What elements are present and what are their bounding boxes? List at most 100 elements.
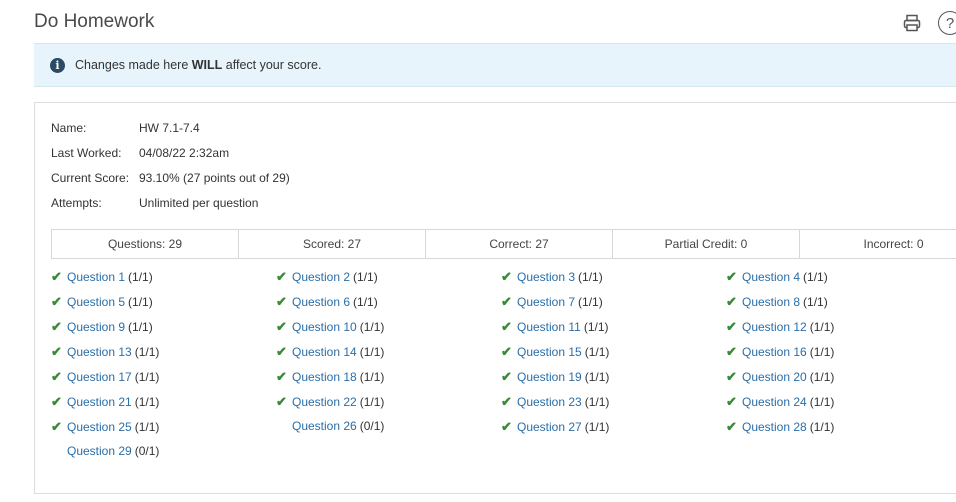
checkmark-icon: ✔ (51, 269, 62, 284)
question-link[interactable]: Question 1 (67, 270, 125, 284)
question-link[interactable]: Question 9 (67, 320, 125, 334)
question-link[interactable]: Question 22 (292, 395, 357, 409)
question-link[interactable]: Question 14 (292, 345, 357, 359)
question-item: ✔ Question 1 (1/1) (51, 269, 153, 285)
question-link[interactable]: Question 18 (292, 370, 357, 384)
question-item: ✔ Question 13 (1/1) (51, 344, 159, 360)
question-score: (0/1) (359, 419, 385, 433)
question-item: ✔ Question 3 (1/1) (501, 269, 603, 285)
question-score: (1/1) (134, 395, 160, 409)
checkmark-icon: ✔ (501, 344, 512, 359)
score-summary-bar: Questions: 29 Scored: 27 Correct: 27 Par… (51, 229, 956, 259)
question-item: ✔ Question 4 (1/1) (726, 269, 828, 285)
question-link[interactable]: Question 6 (292, 295, 350, 309)
question-score: (1/1) (134, 420, 160, 434)
question-link[interactable]: Question 25 (67, 420, 132, 434)
checkmark-icon: ✔ (501, 269, 512, 284)
question-score: (1/1) (584, 370, 610, 384)
question-link[interactable]: Question 12 (742, 320, 807, 334)
question-score: (1/1) (584, 420, 610, 434)
question-link[interactable]: Question 16 (742, 345, 807, 359)
question-score: (1/1) (353, 295, 378, 309)
stat-incorrect: Incorrect: 0 (863, 237, 924, 251)
checkmark-icon: ✔ (51, 319, 62, 334)
checkmark-icon: ✔ (501, 369, 512, 384)
question-item: ✔ Question 12 (1/1) (726, 319, 834, 335)
question-item: ✔ Question 15 (1/1) (501, 344, 609, 360)
question-score: (1/1) (134, 370, 160, 384)
question-link[interactable]: Question 17 (67, 370, 132, 384)
banner-text: Changes made here WILL affect your score… (75, 58, 322, 72)
checkmark-icon: ✔ (501, 419, 512, 434)
question-link[interactable]: Question 2 (292, 270, 350, 284)
toolbar-icons: ? (902, 10, 956, 36)
question-link[interactable]: Question 21 (67, 395, 132, 409)
question-item: ✔ Question 24 (1/1) (726, 394, 834, 410)
question-score: (1/1) (359, 370, 385, 384)
checkmark-icon: ✔ (501, 319, 512, 334)
question-score: (1/1) (584, 395, 610, 409)
question-link[interactable]: Question 19 (517, 370, 582, 384)
question-score: (1/1) (353, 270, 378, 284)
stat-correct: Correct: 27 (426, 230, 613, 258)
question-score: (1/1) (578, 270, 603, 284)
print-icon[interactable] (902, 13, 922, 33)
score-notice-banner: i Changes made here WILL affect your sco… (34, 43, 956, 87)
question-score: (1/1) (803, 270, 828, 284)
question-link[interactable]: Question 15 (517, 345, 582, 359)
question-item: ✔ Question 20 (1/1) (726, 369, 834, 385)
question-link[interactable]: Question 20 (742, 370, 807, 384)
question-item: ✔ Question 7 (1/1) (501, 294, 603, 310)
checkmark-icon: ✔ (51, 294, 62, 309)
question-link[interactable]: Question 28 (742, 420, 807, 434)
question-link[interactable]: Question 10 (292, 320, 357, 334)
info-icon: i (50, 57, 65, 73)
question-link[interactable]: Question 23 (517, 395, 582, 409)
question-link[interactable]: Question 26 (292, 419, 357, 433)
question-score: (1/1) (578, 295, 603, 309)
checkmark-icon: ✔ (726, 294, 737, 309)
question-item: ✔ Question 25 (1/1) (51, 419, 159, 435)
question-score: (1/1) (359, 345, 385, 359)
detail-current-score: Current Score: 93.10% (27 points out of 2… (51, 171, 290, 185)
question-score: (1/1) (809, 420, 835, 434)
stat-partial-credit: Partial Credit: 0 (613, 230, 800, 258)
question-score: (1/1) (803, 295, 828, 309)
question-score: (1/1) (809, 320, 835, 334)
question-link[interactable]: Question 8 (742, 295, 800, 309)
question-item: ✔ Question 27 (1/1) (501, 419, 609, 435)
question-item: ✔ Question 21 (1/1) (51, 394, 159, 410)
question-link[interactable]: Question 3 (517, 270, 575, 284)
question-score: (1/1) (809, 370, 835, 384)
question-link[interactable]: Question 29 (67, 444, 132, 458)
checkmark-icon: ✔ (276, 369, 287, 384)
checkmark-icon: ✔ (726, 319, 737, 334)
question-score: (1/1) (809, 345, 835, 359)
question-item: ✔ Question 10 (1/1) (276, 319, 384, 335)
question-link[interactable]: Question 4 (742, 270, 800, 284)
question-link[interactable]: Question 27 (517, 420, 582, 434)
question-item: ✔ Question 8 (1/1) (726, 294, 828, 310)
checkmark-icon: ✔ (726, 369, 737, 384)
question-link[interactable]: Question 24 (742, 395, 807, 409)
checkmark-icon: ✔ (501, 294, 512, 309)
checkmark-icon: ✔ (276, 319, 287, 334)
question-link[interactable]: Question 7 (517, 295, 575, 309)
checkmark-icon: ✔ (726, 419, 737, 434)
help-icon[interactable]: ? (938, 11, 956, 35)
question-link[interactable]: Question 11 (517, 320, 581, 334)
question-item: ✔ Question 17 (1/1) (51, 369, 159, 385)
question-link[interactable]: Question 5 (67, 295, 125, 309)
checkmark-icon: ✔ (726, 394, 737, 409)
question-item: ✔ Question 23 (1/1) (501, 394, 609, 410)
question-score: (0/1) (134, 444, 160, 458)
checkmark-icon: ✔ (276, 294, 287, 309)
homework-summary-panel: Name: HW 7.1-7.4 Last Worked: 04/08/22 2:3… (34, 102, 956, 494)
checkmark-icon: ✔ (726, 344, 737, 359)
question-item: ✔ Question 22 (1/1) (276, 394, 384, 410)
question-link[interactable]: Question 13 (67, 345, 132, 359)
question-item: Question 26 (0/1) (276, 419, 384, 433)
question-item: ✔ Question 28 (1/1) (726, 419, 834, 435)
question-score: (1/1) (359, 320, 385, 334)
question-item: ✔ Question 16 (1/1) (726, 344, 834, 360)
